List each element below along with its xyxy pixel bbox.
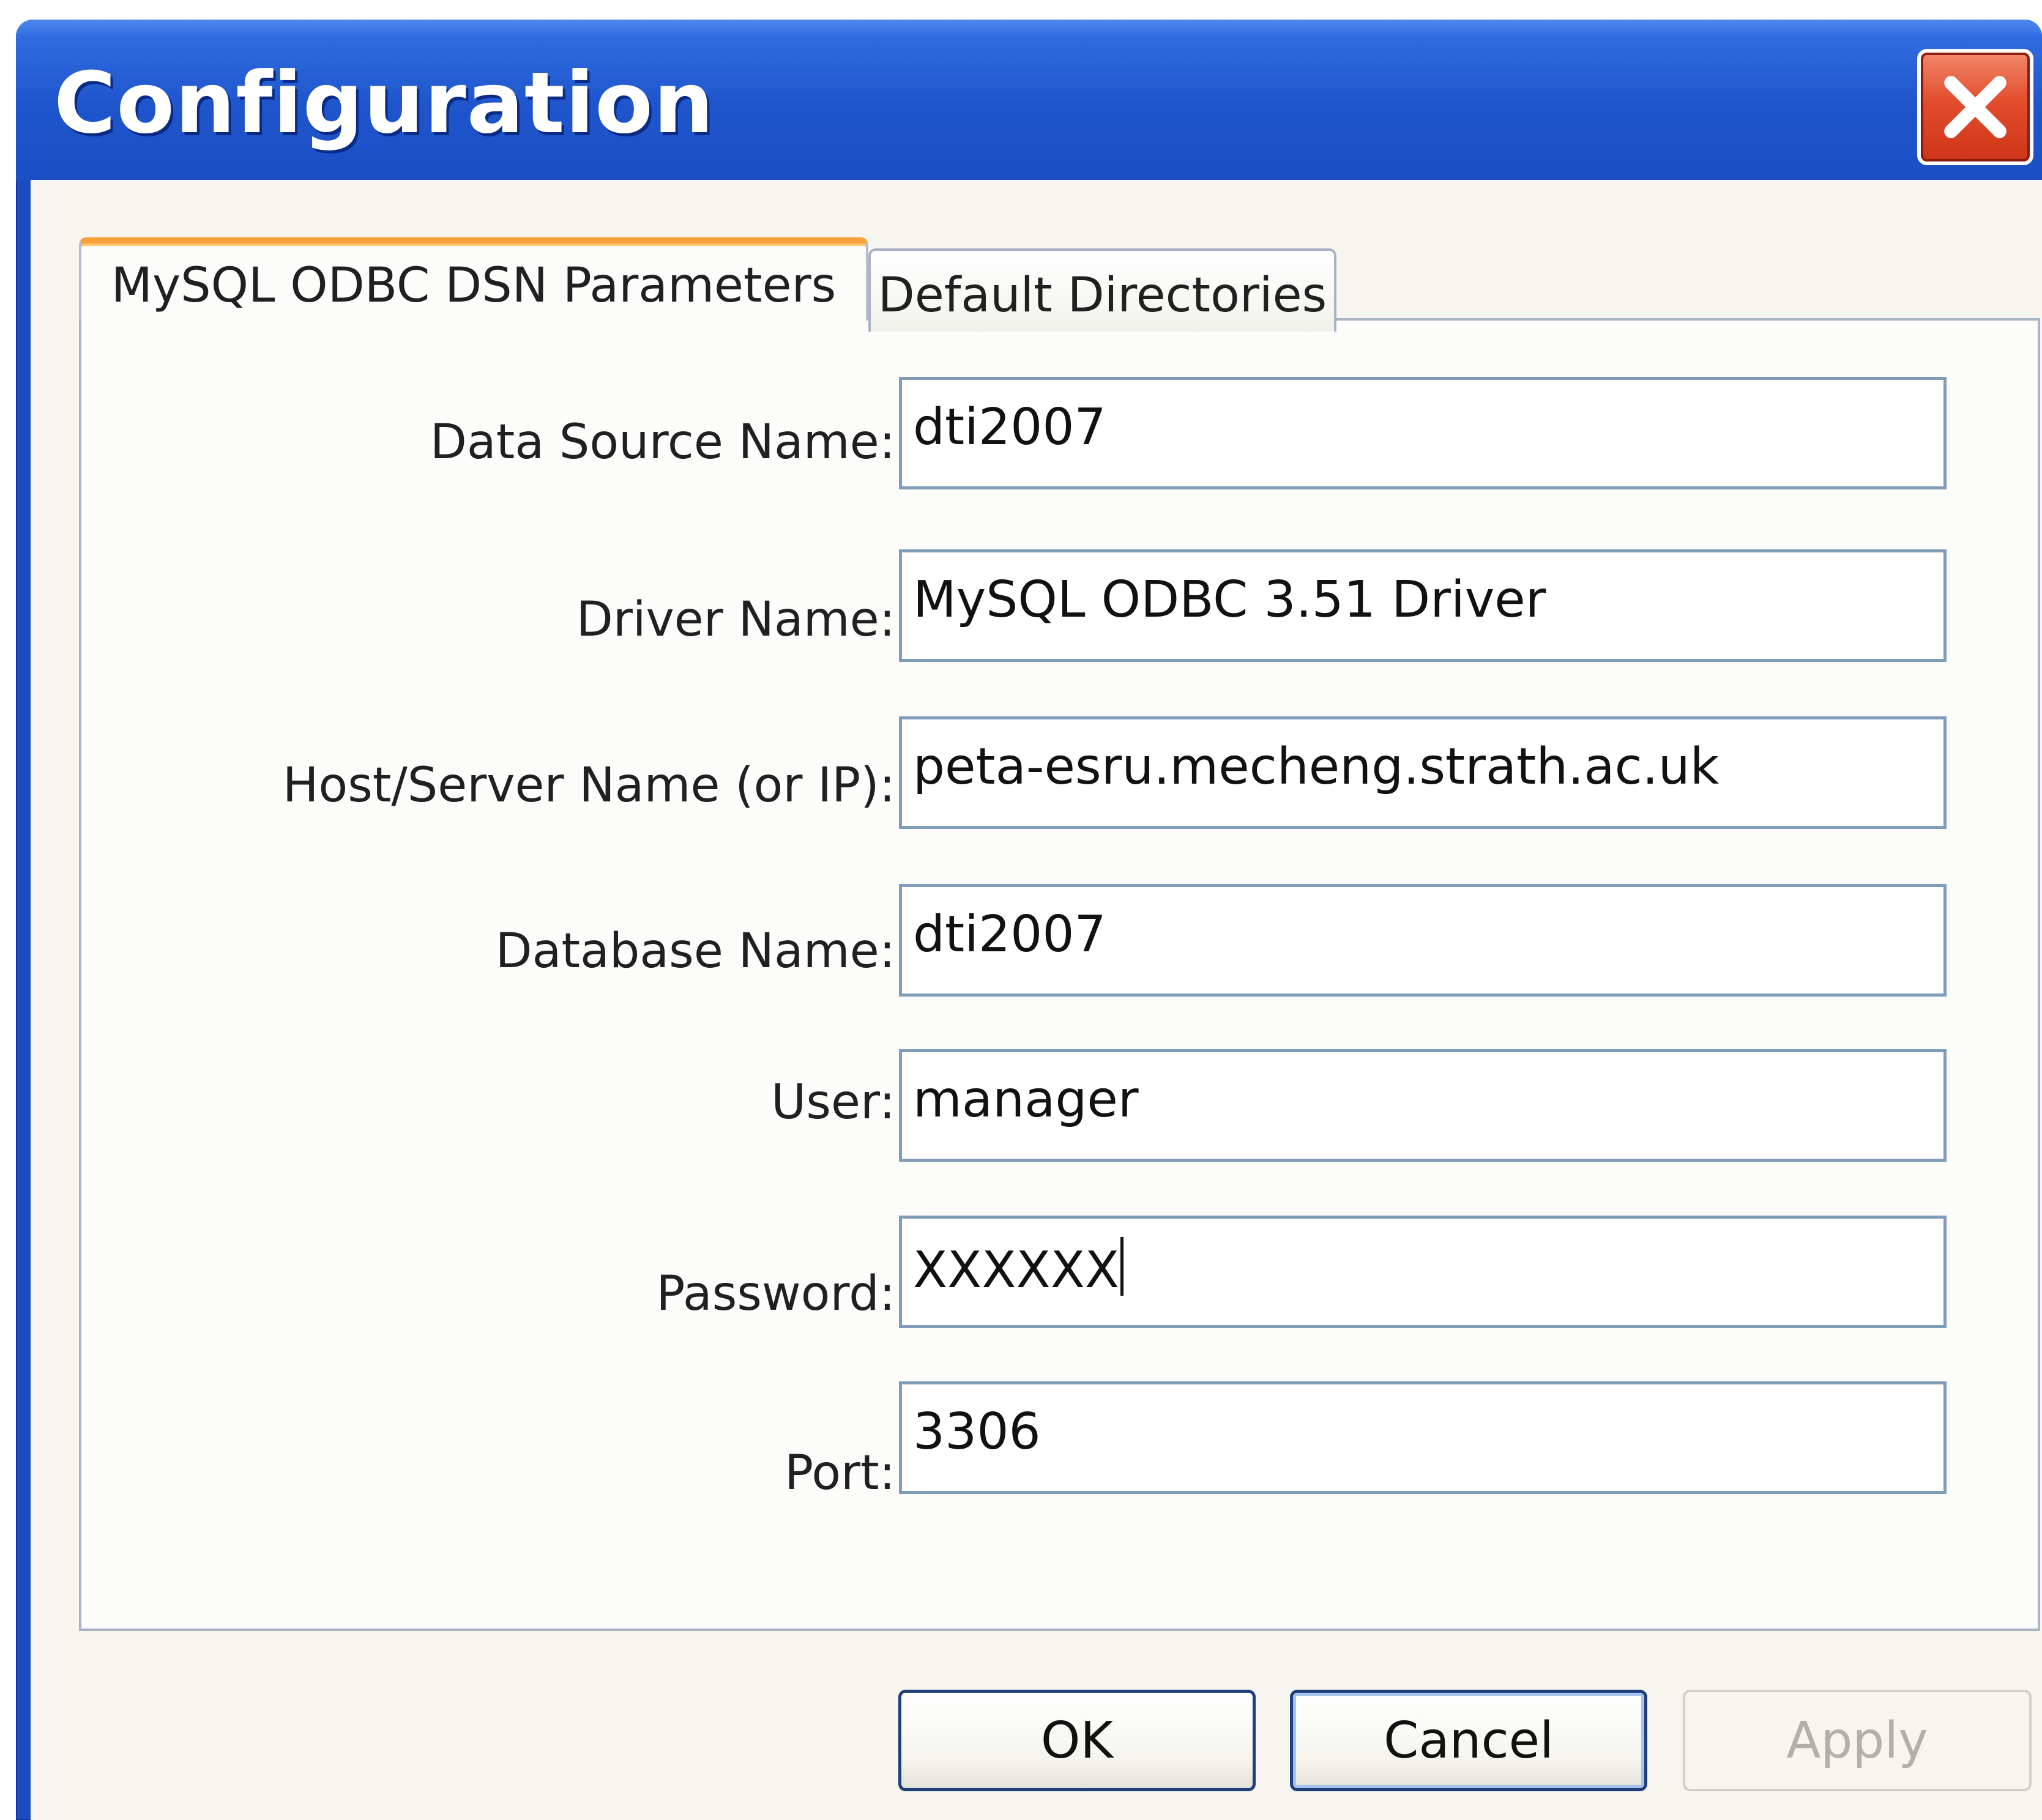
port-label: Port: [784, 1446, 895, 1501]
tab-mysql-odbc-dsn-parameters[interactable]: MySQL ODBC DSN Parameters [79, 237, 868, 321]
tab-label: MySQL ODBC DSN Parameters [111, 258, 837, 313]
database-name-label: Database Name: [495, 924, 895, 979]
close-icon [1944, 76, 2007, 138]
database-name-value: dti2007 [913, 905, 1106, 964]
tab-label: Default Directories [878, 268, 1327, 323]
password-value: XXXXXX [913, 1241, 1120, 1299]
ok-button-label: OK [1040, 1711, 1114, 1770]
text-caret [1120, 1237, 1124, 1296]
user-label: User: [771, 1075, 895, 1130]
port-value: 3306 [913, 1403, 1041, 1461]
password-label: Password: [656, 1266, 895, 1321]
data-source-name-field[interactable]: dti2007 [899, 377, 1947, 489]
driver-name-label: Driver Name: [576, 592, 895, 647]
apply-button[interactable]: Apply [1683, 1690, 2032, 1791]
close-button[interactable] [1917, 49, 2033, 165]
port-field[interactable]: 3306 [899, 1381, 1947, 1494]
user-field[interactable]: manager [899, 1049, 1947, 1162]
data-source-name-value: dti2007 [913, 398, 1106, 456]
configuration-dialog: Configuration MySQL ODBC DSN Parameters … [16, 20, 2042, 1820]
tab-default-directories[interactable]: Default Directories [868, 248, 1336, 332]
driver-name-field[interactable]: MySQL ODBC 3.51 Driver [899, 549, 1947, 662]
ok-button[interactable]: OK [898, 1690, 1256, 1791]
title-bar[interactable]: Configuration [16, 20, 2042, 180]
cancel-button-label: Cancel [1384, 1711, 1554, 1770]
cancel-button[interactable]: Cancel [1290, 1690, 1647, 1791]
host-server-name-label: Host/Server Name (or IP): [282, 758, 895, 813]
tab-panel: Data Source Name: Driver Name: Host/Serv… [79, 318, 2040, 1631]
host-server-name-value: peta-esru.mecheng.strath.ac.uk [913, 738, 1720, 796]
database-name-field[interactable]: dti2007 [899, 884, 1947, 997]
host-server-name-field[interactable]: peta-esru.mecheng.strath.ac.uk [899, 716, 1947, 829]
window-title: Configuration [54, 54, 715, 152]
dialog-body: MySQL ODBC DSN Parameters Default Direct… [31, 180, 2042, 1820]
password-field[interactable]: XXXXXX [899, 1216, 1947, 1328]
apply-button-label: Apply [1786, 1711, 1928, 1770]
driver-name-value: MySQL ODBC 3.51 Driver [913, 571, 1546, 629]
user-value: manager [913, 1071, 1139, 1129]
data-source-name-label: Data Source Name: [430, 415, 895, 470]
